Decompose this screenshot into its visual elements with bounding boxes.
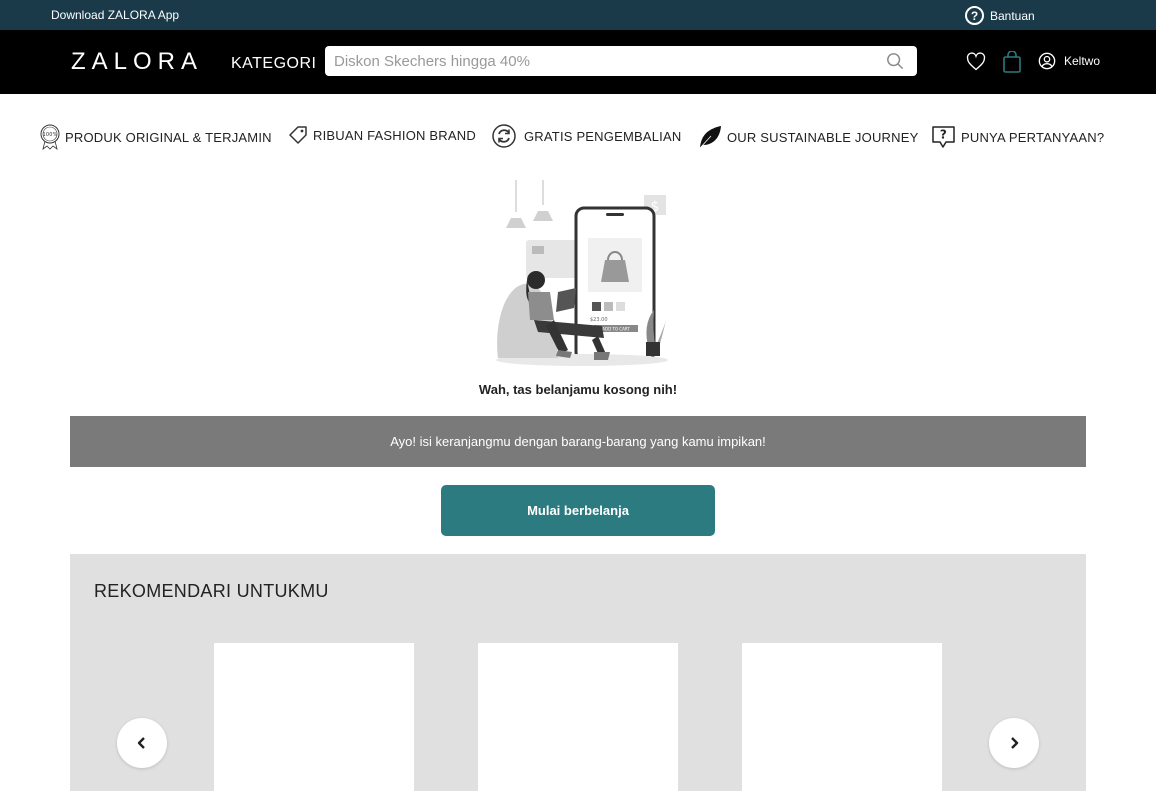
help-label: Bantuan [990,8,1035,23]
leaf-icon [699,126,721,149]
user-account[interactable]: Keltwo [1038,52,1100,70]
empty-cart-message: Ayo! isi keranjangmu dengan barang-baran… [70,416,1086,467]
user-icon [1038,52,1056,70]
recommendations-section: REKOMENDARI UNTUKMU [70,554,1086,791]
illus-cart-button: ADD TO CART [602,327,630,332]
question-bubble-icon: ? [932,126,955,148]
main-header: ZALORA KATEGORI Keltwo [0,30,1156,94]
carousel-prev-button[interactable] [117,718,167,768]
user-name: Keltwo [1064,54,1101,68]
zalora-logo[interactable]: ZALORA [71,48,203,76]
question-circle-icon: ? [965,6,984,25]
value-original[interactable]: 100% PRODUK ORIGINAL & TERJAMIN [39,124,272,150]
heart-icon[interactable] [966,52,986,72]
help-link[interactable]: ? Bantuan [965,6,1035,25]
recommendations-title: REKOMENDARI UNTUKMU [94,581,329,601]
product-card[interactable] [478,643,678,791]
empty-cart-illustration: $ $23.00 ADD TO CART [496,180,668,366]
tag-icon [289,126,307,144]
value-label: PUNYA PERTANYAAN? [961,129,1105,145]
carousel-next-button[interactable] [989,718,1039,768]
illus-price: $23.00 [590,317,608,323]
value-questions[interactable]: ? PUNYA PERTANYAAN? [931,124,1104,150]
search-icon[interactable] [886,52,904,70]
value-returns[interactable]: GRATIS PENGEMBALIAN [492,124,681,148]
value-label: PRODUK ORIGINAL & TERJAMIN [65,129,272,145]
product-card[interactable] [742,643,942,791]
empty-cart-title: Wah, tas belanjamu kosong nih! [478,382,678,397]
start-shopping-button[interactable]: Mulai berbelanja [441,485,715,536]
value-label: GRATIS PENGEMBALIAN [524,128,682,144]
original-badge-icon: 100% [40,124,60,150]
value-sustainable[interactable]: OUR SUSTAINABLE JOURNEY [697,124,918,150]
value-brands[interactable]: RIBUAN FASHION BRAND [287,124,476,146]
chevron-left-icon [137,737,145,749]
product-card[interactable] [214,643,414,791]
return-icon [492,124,516,148]
search-input[interactable] [325,46,917,76]
value-propositions: 100% PRODUK ORIGINAL & TERJAMIN RIBUAN F… [0,118,1156,152]
category-menu[interactable]: KATEGORI [231,55,317,73]
top-strip: Download ZALORA App ? Bantuan [0,0,1156,30]
svg-text:100%: 100% [42,132,57,138]
value-label: OUR SUSTAINABLE JOURNEY [727,129,919,145]
download-app-link[interactable]: Download ZALORA App [51,8,179,22]
chevron-right-icon [1011,737,1019,749]
value-label: RIBUAN FASHION BRAND [313,127,476,143]
bag-icon[interactable] [1002,51,1022,73]
svg-text:?: ? [940,128,947,142]
